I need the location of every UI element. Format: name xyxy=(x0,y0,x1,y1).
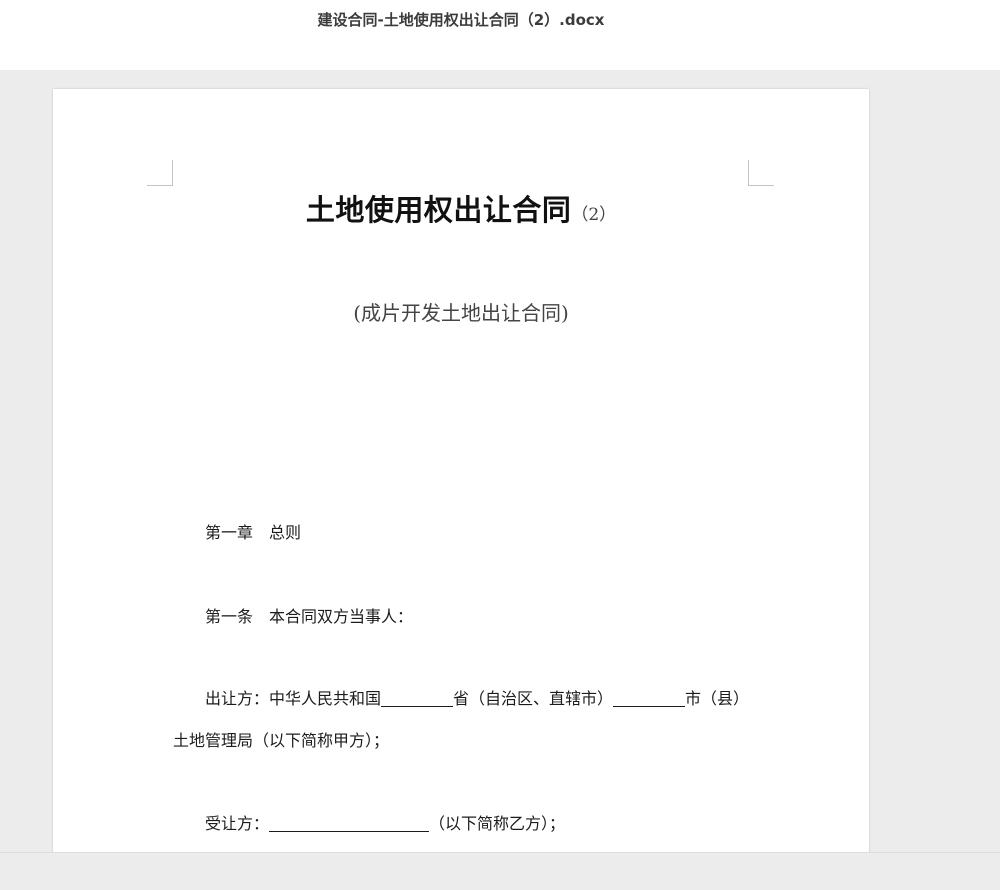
heading-main-text: 土地使用权出让合同 xyxy=(305,193,572,227)
grantor-paragraph: 出让方：中华人民共和国 省（自治区、直辖市） 市（县） xyxy=(205,685,749,709)
chapter-name: 总则 xyxy=(269,523,302,542)
grantee-blank xyxy=(269,816,430,832)
grantor-province: 省（自治区、直辖市） xyxy=(453,689,614,708)
province-blank xyxy=(381,691,454,707)
document-page[interactable]: 土地使用权出让合同（2） (成片开发土地出让合同) 第一章 总则 第一条 本合同双方… xyxy=(53,89,869,869)
chapter-heading: 第一章 总则 xyxy=(205,519,301,543)
bottom-bar xyxy=(0,852,1000,890)
margin-corner-mark-right xyxy=(748,160,774,186)
grantee-label: 受让方： xyxy=(205,814,270,833)
chapter-number: 第一章 xyxy=(205,523,254,542)
document-subtitle: (成片开发土地出让合同) xyxy=(353,301,569,325)
grantor-paragraph-continuation: 土地管理局（以下简称甲方）； xyxy=(173,731,390,750)
margin-corner-mark-left xyxy=(147,160,173,186)
heading-suffix-text: （2） xyxy=(571,205,617,225)
grantor-label: 出让方： xyxy=(205,689,270,708)
grantee-suffix: （以下简称乙方）； xyxy=(429,814,566,833)
document-file-title: 建设合同-土地使用权出让合同（2）.docx xyxy=(317,11,605,29)
title-bar: 建设合同-土地使用权出让合同（2）.docx xyxy=(0,0,1000,70)
article-number: 第一条 xyxy=(205,607,254,626)
article-text: 本合同双方当事人： xyxy=(269,607,414,626)
city-blank xyxy=(613,691,686,707)
document-heading: 土地使用权出让合同（2） xyxy=(53,187,869,229)
grantor-country: 中华人民共和国 xyxy=(269,689,382,708)
grantor-city: 市（县） xyxy=(685,689,750,708)
document-viewer[interactable]: 土地使用权出让合同（2） (成片开发土地出让合同) 第一章 总则 第一条 本合同双方… xyxy=(0,70,1000,890)
article-paragraph: 第一条 本合同双方当事人： xyxy=(205,603,413,627)
grantee-paragraph: 受让方： （以下简称乙方）； xyxy=(205,810,565,834)
